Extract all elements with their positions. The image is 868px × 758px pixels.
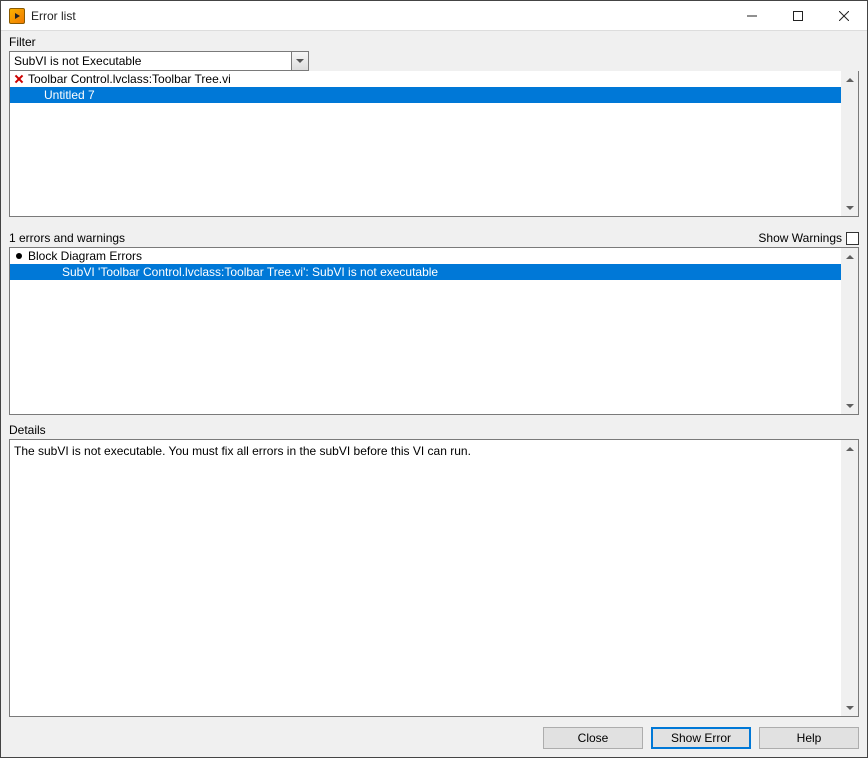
close-window-button[interactable] — [821, 1, 867, 31]
details-label: Details — [9, 423, 859, 437]
scroll-up-icon[interactable] — [841, 248, 858, 265]
scrollbar[interactable] — [841, 248, 858, 414]
errors-and-warnings-list[interactable]: Block Diagram Errors SubVI 'Toolbar Cont… — [9, 247, 859, 415]
details-text: The subVI is not executable. You must fi… — [10, 440, 858, 462]
close-button[interactable]: Close — [543, 727, 643, 749]
chevron-down-icon[interactable] — [291, 52, 308, 70]
bullet-icon — [16, 253, 22, 259]
window-title: Error list — [31, 9, 76, 23]
list-item-label: Block Diagram Errors — [28, 248, 142, 264]
filter-value: SubVI is not Executable — [14, 54, 141, 68]
list-item[interactable]: Toolbar Control.lvclass:Toolbar Tree.vi — [10, 71, 841, 87]
dialog-button-row: Close Show Error Help — [9, 727, 859, 749]
maximize-button[interactable] — [775, 1, 821, 31]
show-warnings-checkbox[interactable] — [846, 232, 859, 245]
scroll-up-icon[interactable] — [841, 71, 858, 88]
scroll-down-icon[interactable] — [841, 199, 858, 216]
items-with-errors-list[interactable]: Toolbar Control.lvclass:Toolbar Tree.vi … — [9, 71, 859, 217]
error-x-icon — [14, 74, 24, 84]
help-button[interactable]: Help — [759, 727, 859, 749]
scroll-up-icon[interactable] — [841, 440, 858, 457]
filter-label: Filter — [9, 35, 859, 49]
scroll-down-icon[interactable] — [841, 699, 858, 716]
list-item[interactable]: Untitled 7 — [10, 87, 841, 103]
scrollbar[interactable] — [841, 440, 858, 716]
show-error-button[interactable]: Show Error — [651, 727, 751, 749]
details-pane: The subVI is not executable. You must fi… — [9, 439, 859, 717]
list-item-label: Toolbar Control.lvclass:Toolbar Tree.vi — [28, 71, 231, 87]
list-item-label: Untitled 7 — [44, 87, 95, 103]
minimize-button[interactable] — [729, 1, 775, 31]
errors-count-label: 1 errors and warnings — [9, 231, 125, 245]
scrollbar[interactable] — [841, 71, 858, 216]
labview-icon — [9, 8, 25, 24]
title-bar: Error list — [1, 1, 867, 31]
list-item-label: SubVI 'Toolbar Control.lvclass:Toolbar T… — [62, 264, 438, 280]
show-warnings-label: Show Warnings — [758, 231, 842, 245]
list-item[interactable]: SubVI 'Toolbar Control.lvclass:Toolbar T… — [10, 264, 841, 280]
filter-dropdown[interactable]: SubVI is not Executable — [9, 51, 309, 71]
scroll-down-icon[interactable] — [841, 397, 858, 414]
list-item[interactable]: Block Diagram Errors — [10, 248, 841, 264]
